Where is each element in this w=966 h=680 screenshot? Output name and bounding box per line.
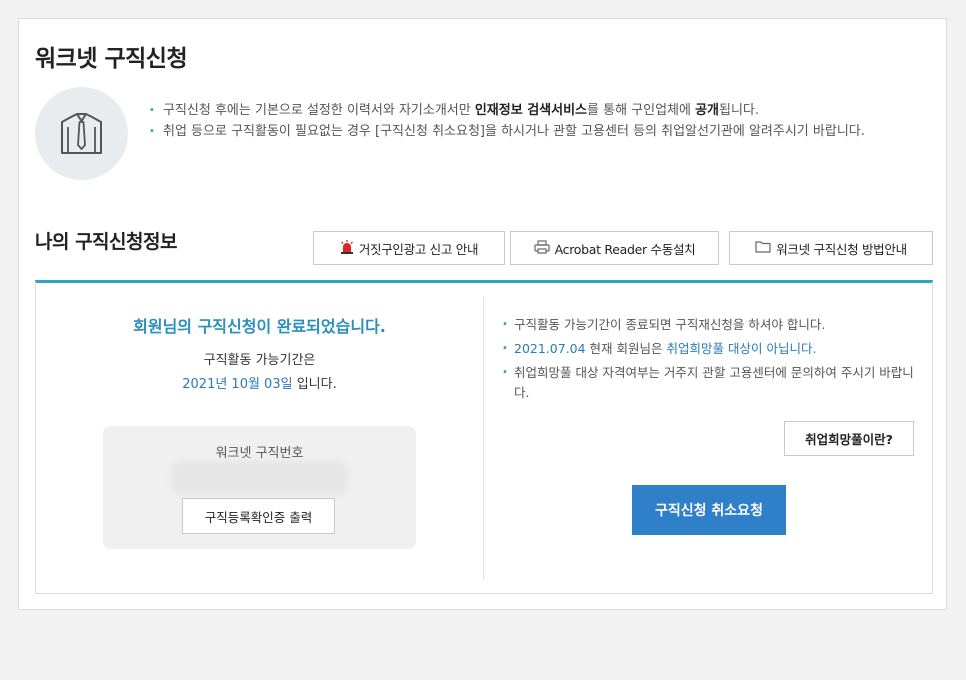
period-line: 2021년 10월 03일 입니다.	[182, 377, 337, 392]
hope-pool-info-button[interactable]: 취업희망풀이란?	[784, 421, 914, 456]
period-date: 2021년 10월 03일	[182, 377, 293, 392]
notice-bold-service: 인재정보 검색서비스	[474, 103, 588, 118]
application-guide-button[interactable]: 워크넷 구직신청 방법안내	[729, 231, 933, 265]
pool-status: 취업희망풀 대상이 아닙니다.	[666, 341, 817, 356]
notice-item: 구직신청 후에는 기본으로 설정한 이력서와 자기소개서만 인재정보 검색서비스…	[149, 101, 929, 121]
printer-icon	[534, 239, 550, 257]
job-application-page: 워크넷 구직신청 구직신청 후에는 기본으로 설정한 이력서와 자기소개서만 인…	[18, 18, 947, 610]
siren-icon	[340, 239, 354, 257]
folder-icon	[755, 240, 771, 256]
section-title: 나의 구직신청정보	[35, 231, 177, 253]
application-status-panel: 회원님의 구직신청이 완료되었습니다. 구직활동 가능기간은 2021년 10월…	[35, 280, 933, 594]
note-date: 2021.07.04	[514, 341, 586, 356]
panel-divider	[483, 297, 484, 580]
print-certificate-button[interactable]: 구직등록확인증 출력	[182, 498, 335, 534]
period-label: 구직활동 가능기간은	[203, 353, 316, 368]
notice-list: 구직신청 후에는 기본으로 설정한 이력서와 자기소개서만 인재정보 검색서비스…	[149, 101, 929, 143]
note-item: 취업희망풀 대상 자격여부는 거주지 관할 고용센터에 문의하여 주시기 바랍니…	[502, 363, 920, 403]
notice-item: 취업 등으로 구직활동이 필요없는 경우 [구직신청 취소요청]을 하시거나 관…	[149, 122, 929, 142]
complete-message: 회원님의 구직신청이 완료되었습니다.	[133, 317, 386, 336]
false-job-ad-report-button[interactable]: 거짓구인광고 신고 안내	[313, 231, 505, 265]
shirt-tie-icon	[35, 87, 128, 180]
note-item: 구직활동 가능기간이 종료되면 구직재신청을 하셔야 합니다.	[502, 315, 920, 335]
registration-number-box: 워크넷 구직번호 구직등록확인증 출력	[103, 426, 416, 549]
cancel-application-button[interactable]: 구직신청 취소요청	[632, 485, 786, 535]
page-title: 워크넷 구직신청	[35, 46, 188, 72]
notice-bold-public: 공개	[695, 103, 720, 118]
acrobat-install-button[interactable]: Acrobat Reader 수동설치	[510, 231, 719, 265]
registration-number-redacted	[171, 461, 348, 495]
registration-number-label: 워크넷 구직번호	[215, 446, 304, 461]
note-item: 2021.07.04 현재 회원님은 취업희망풀 대상이 아닙니다.	[502, 339, 920, 359]
status-notes: 구직활동 가능기간이 종료되면 구직재신청을 하셔야 합니다. 2021.07.…	[502, 315, 920, 407]
